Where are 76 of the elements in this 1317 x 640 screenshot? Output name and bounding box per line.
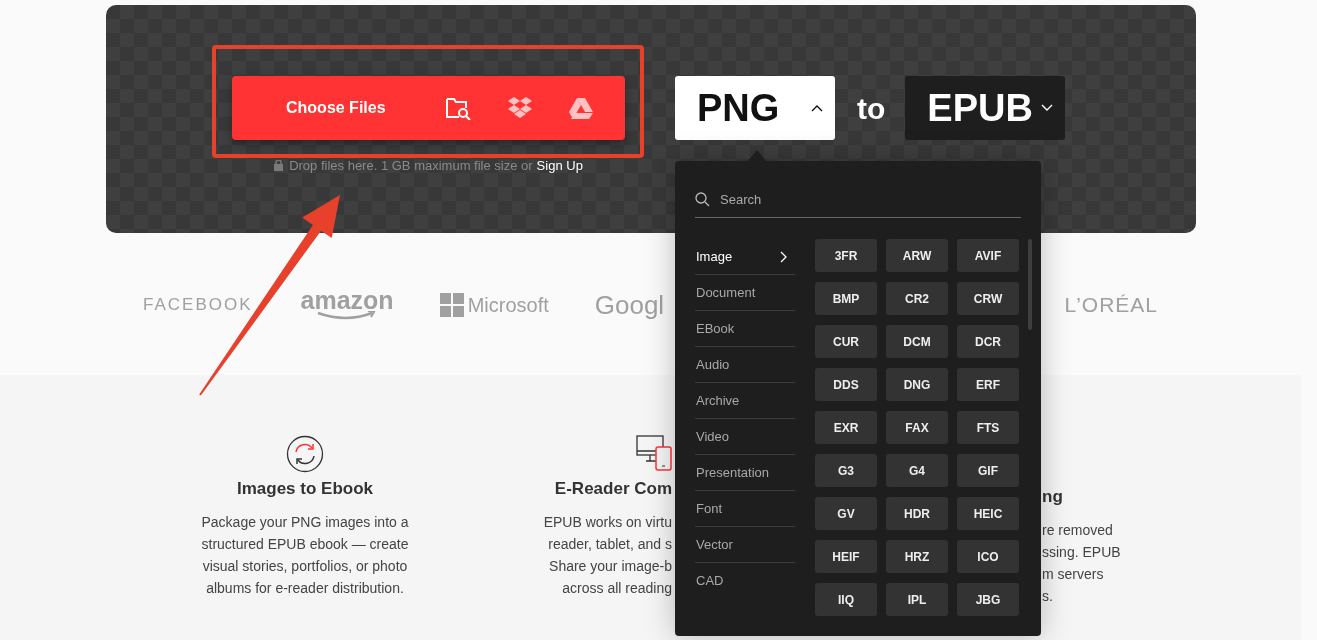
search-icon [695,191,710,207]
chevron-icon [780,250,787,263]
company-logo: amazon [300,289,394,311]
feature-description: re removed [1042,521,1113,540]
format-option[interactable]: HEIF [815,540,877,573]
format-option[interactable]: GIF [957,454,1019,487]
format-option[interactable]: CR2 [886,282,948,315]
devices-icon [636,435,672,471]
choose-files-button[interactable]: Choose Files [232,76,625,140]
format-option[interactable]: FTS [957,411,1019,444]
drive-icon[interactable] [569,97,593,119]
format-option[interactable]: IIQ [815,583,877,616]
format-option[interactable]: 3FR [815,239,877,272]
format-option[interactable]: ARW [886,239,948,272]
category-item[interactable]: Video [695,419,795,455]
caret-icon [811,104,823,112]
company-logo: L’ORÉAL [1064,293,1158,317]
source-format-select[interactable]: PNG [675,76,835,140]
upload-note: Drop files here. 1 GB maximum file size or [289,158,533,173]
category-item[interactable]: Font [695,491,795,527]
format-option[interactable]: IPL [886,583,948,616]
format-option[interactable]: ICO [957,540,1019,573]
category-item[interactable]: Presentation [695,455,795,491]
dropbox-icon[interactable] [507,97,533,119]
format-option[interactable]: CRW [957,282,1019,315]
company-logo: Googl [594,289,665,321]
category-item[interactable]: Archive [695,383,795,419]
format-option[interactable]: DCM [886,325,948,358]
feature-description: albums for e-reader distribution. [206,579,404,598]
format-option[interactable]: ERF [957,368,1019,401]
format-option[interactable]: DNG [886,368,948,401]
feature-description: structured EPUB ebook — create [201,535,409,554]
lock-icon [274,160,284,171]
format-option[interactable]: DCR [957,325,1019,358]
format-option[interactable]: HDR [886,497,948,530]
feature-title: ng [1042,487,1063,507]
category-item[interactable]: Image [695,239,795,275]
feature-description: m servers [1042,565,1104,584]
feature-description: Package your PNG images into a [201,513,409,532]
format-option[interactable]: G3 [815,454,877,487]
format-option[interactable]: CUR [815,325,877,358]
feature-title: E-Reader Com [554,479,672,499]
scrollbar-thumb[interactable] [1028,239,1032,330]
category-item[interactable]: Audio [695,347,795,383]
feature-description: ssing. EPUB [1042,543,1121,562]
format-option[interactable]: BMP [815,282,877,315]
format-option[interactable]: G4 [886,454,948,487]
format-option[interactable]: DDS [815,368,877,401]
category-item[interactable]: EBook [695,311,795,347]
sign-up-link[interactable]: Sign Up [536,158,583,173]
feature-description: EPUB works on virtu [543,513,672,532]
to-label: to [857,92,886,126]
grid-logo-icon [439,293,464,317]
format-option[interactable]: JBG [957,583,1019,616]
company-logo: Microsoft [467,293,549,317]
feature-title: Images to Ebook [237,479,373,499]
format-option[interactable]: AVIF [957,239,1019,272]
format-option[interactable]: HEIC [957,497,1019,530]
category-item[interactable]: CAD [695,563,795,598]
folder-search-icon[interactable] [445,96,471,120]
feature-description: reader, tablet, and s [548,535,672,554]
company-logo: FACEBOOK [143,295,253,315]
search-field[interactable]: Search [718,190,1002,208]
format-option[interactable]: EXR [815,411,877,444]
feature-description: Share your image-b [549,557,672,576]
sync-icon [286,435,324,473]
category-item[interactable]: Document [695,275,795,311]
format-option[interactable]: HRZ [886,540,948,573]
target-format-select[interactable]: EPUB [905,76,1066,140]
format-option[interactable]: GV [815,497,877,530]
feature-description: s. [1042,587,1053,606]
feature-description: across all reading [562,579,672,598]
caret-icon [1041,104,1054,112]
category-item[interactable]: Vector [695,527,795,563]
feature-description: visual stories, portfolios, or photo [202,557,408,576]
format-option[interactable]: FAX [886,411,948,444]
